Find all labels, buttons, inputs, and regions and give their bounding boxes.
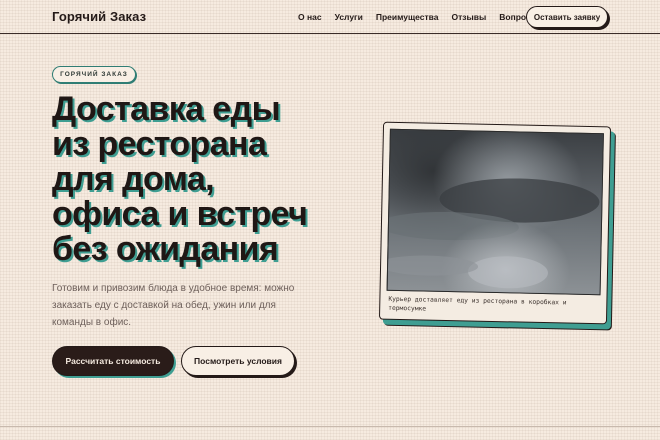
main-nav: О нас Услуги Преимущества Отзывы Вопросы: [298, 12, 551, 22]
headline-line: для дома,: [52, 160, 215, 198]
stormy-sky-photo: [386, 128, 604, 296]
nav-link-services[interactable]: Услуги: [335, 12, 363, 22]
brand-logo[interactable]: Горячий Заказ: [52, 9, 146, 24]
nav-link-advantages[interactable]: Преимущества: [376, 12, 439, 22]
nav-link-reviews[interactable]: Отзывы: [452, 12, 487, 22]
view-terms-button[interactable]: Посмотреть условия: [181, 346, 295, 376]
hero-headline: Доставка еды из ресторана для дома, офис…: [52, 92, 372, 267]
photo-caption: Курьер доставляет еду из ресторана в кор…: [388, 295, 567, 313]
headline-line: из ресторана: [52, 125, 267, 163]
headline-line: офиса и встреч: [52, 195, 308, 233]
site-header: Горячий Заказ О нас Услуги Преимущества …: [0, 0, 660, 34]
hero-lead-text: Готовим и привозим блюда в удобное время…: [52, 283, 295, 328]
headline-line: Доставка еды: [52, 90, 281, 128]
calculate-price-button[interactable]: Рассчитать стоимость: [52, 346, 174, 376]
headline-line: без ожидания: [52, 230, 279, 268]
section-divider: [0, 426, 660, 427]
nav-link-about[interactable]: О нас: [298, 12, 322, 22]
leave-request-button[interactable]: Оставить заявку: [526, 6, 608, 28]
hero-badge: ГОРЯЧИЙ ЗАКАЗ: [52, 66, 136, 83]
hero-photo-card: Курьер доставляет еду из ресторана в кор…: [378, 121, 612, 325]
